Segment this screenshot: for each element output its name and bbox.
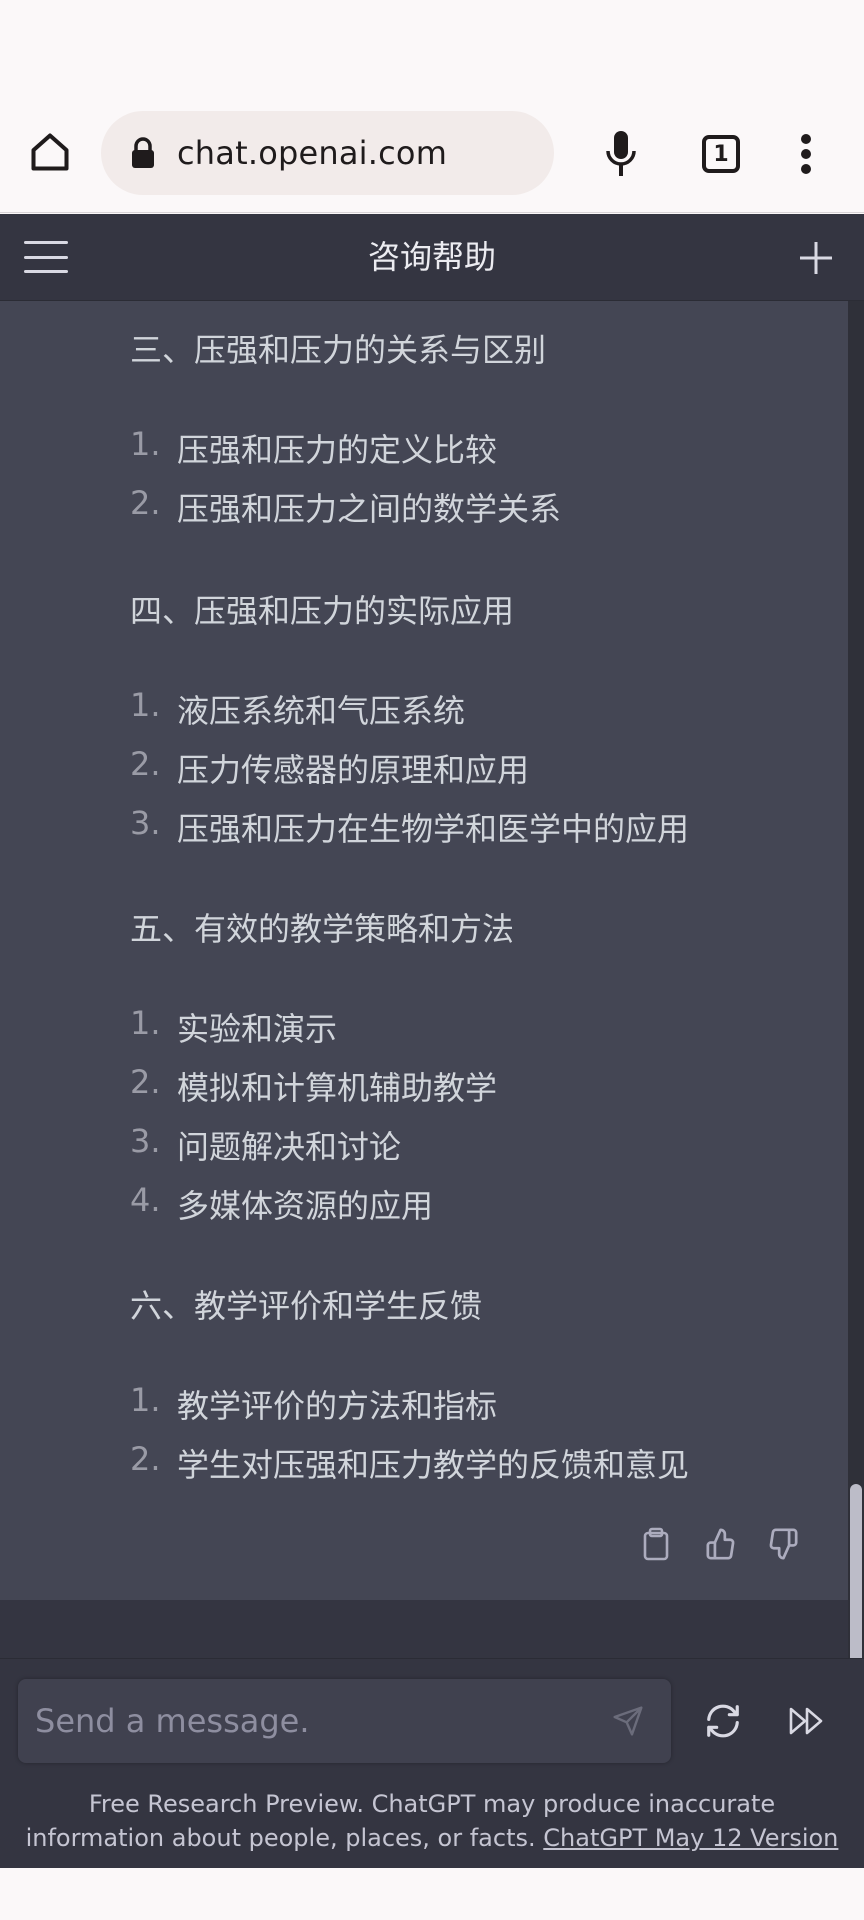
list-text: 实验和演示: [177, 1010, 338, 1048]
list-number: 1.: [130, 425, 161, 463]
url-text[interactable]: chat.openai.com: [177, 134, 447, 172]
list-text: 教学评价的方法和指标: [177, 1387, 498, 1425]
browser-toolbar: chat.openai.com 1: [0, 0, 864, 213]
list-item: 2. 学生对压强和压力教学的反馈和意见: [130, 1440, 689, 1486]
list-number: 1.: [130, 1004, 161, 1042]
list-text: 压强和压力在生物学和医学中的应用: [177, 810, 690, 848]
list-text: 模拟和计算机辅助教学: [177, 1069, 498, 1107]
list-item: 2. 压力传感器的原理和应用: [130, 745, 529, 791]
list-number: 2.: [130, 484, 161, 522]
list-number: 1.: [130, 1381, 161, 1419]
list-item: 4. 多媒体资源的应用: [130, 1181, 433, 1227]
composer: Send a message. Free Research Preview. C…: [0, 1658, 864, 1868]
section-title: 四、压强和压力的实际应用: [130, 592, 515, 630]
send-icon[interactable]: [608, 1701, 648, 1741]
input-placeholder[interactable]: Send a message.: [35, 1679, 310, 1763]
list-number: 2.: [130, 1440, 161, 1478]
message-input[interactable]: Send a message.: [18, 1679, 671, 1763]
list-item: 3. 问题解决和讨论: [130, 1122, 401, 1168]
section-title: 六、教学评价和学生反馈: [130, 1287, 483, 1325]
list-item: 3. 压强和压力在生物学和医学中的应用: [130, 804, 689, 850]
list-number: 2.: [130, 745, 161, 783]
thumbs-up-icon[interactable]: [702, 1524, 742, 1564]
assistant-message: 三、压强和压力的关系与区别 1. 压强和压力的定义比较 2. 压强和压力之间的数…: [0, 301, 864, 1600]
page-title: 咨询帮助: [367, 238, 496, 276]
list-number: 3.: [130, 804, 161, 842]
system-bottom-strip: [0, 1868, 864, 1920]
tab-count: 1: [702, 135, 740, 173]
list-text: 压强和压力之间的数学关系: [177, 490, 562, 528]
list-item: 2. 模拟和计算机辅助教学: [130, 1063, 497, 1109]
tabs-button[interactable]: 1: [697, 131, 745, 177]
list-text: 多媒体资源的应用: [177, 1187, 434, 1225]
section-title: 五、有效的教学策略和方法: [130, 910, 515, 948]
list-text: 液压系统和气压系统: [177, 692, 466, 730]
disclaimer: Free Research Preview. ChatGPT may produ…: [20, 1787, 844, 1855]
list-number: 2.: [130, 1063, 161, 1101]
list-text: 学生对压强和压力教学的反馈和意见: [177, 1446, 690, 1484]
section-title: 三、压强和压力的关系与区别: [130, 331, 547, 369]
list-text: 压力传感器的原理和应用: [177, 751, 530, 789]
list-item: 1. 实验和演示: [130, 1004, 337, 1050]
thumbs-down-icon[interactable]: [762, 1524, 802, 1564]
lock-icon: [129, 135, 157, 171]
chat-bottom-spacer: [0, 1600, 848, 1658]
continue-icon[interactable]: [784, 1699, 830, 1743]
more-vert-icon[interactable]: [788, 128, 824, 180]
home-icon[interactable]: [22, 124, 78, 180]
list-number: 4.: [130, 1181, 161, 1219]
clipboard-icon[interactable]: [636, 1524, 676, 1564]
list-text: 压强和压力的定义比较: [177, 431, 498, 469]
list-item: 2. 压强和压力之间的数学关系: [130, 484, 561, 530]
list-text: 问题解决和讨论: [177, 1128, 402, 1166]
app-header: 咨询帮助: [0, 214, 864, 301]
list-item: 1. 压强和压力的定义比较: [130, 425, 497, 471]
list-item: 1. 液压系统和气压系统: [130, 686, 465, 732]
list-number: 1.: [130, 686, 161, 724]
regenerate-icon[interactable]: [700, 1699, 746, 1743]
version-link[interactable]: ChatGPT May 12 Version: [543, 1824, 838, 1852]
address-bar[interactable]: chat.openai.com: [101, 111, 554, 195]
list-number: 3.: [130, 1122, 161, 1160]
plus-icon[interactable]: [794, 236, 838, 280]
chat-app: 咨询帮助 三、压强和压力的关系与区别 1. 压强和压力的定义比较 2. 压强和压…: [0, 214, 864, 1868]
microphone-icon[interactable]: [596, 126, 646, 182]
list-item: 1. 教学评价的方法和指标: [130, 1381, 497, 1427]
